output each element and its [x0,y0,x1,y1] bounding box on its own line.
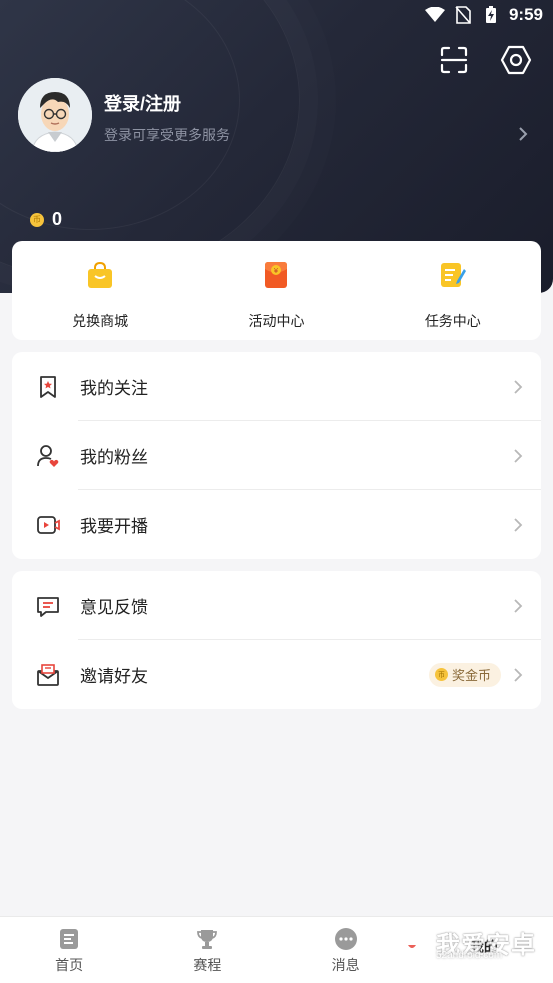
reward-coin-badge: 币 奖金币 [428,662,501,687]
trophy-icon [195,927,219,951]
coin-balance[interactable]: 币 0 [30,209,62,230]
menu-item-feedback[interactable]: 意见反馈 [12,571,541,640]
login-subtitle: 登录可享受更多服务 [104,127,230,143]
bookmark-star-icon [36,375,60,399]
menu-item-label: 我的粉丝 [80,448,148,467]
menu-item-label: 邀请好友 [80,667,148,686]
quick-action-label: 任务中心 [424,313,481,329]
quick-action-activity-center[interactable]: ¥ 活动中心 [188,241,364,340]
avatar[interactable] [18,78,92,152]
quick-action-exchange-mall[interactable]: 兑换商城 [12,241,188,340]
coin-icon: 币 [434,668,448,681]
watermark: 我爱安卓 52android.com [394,912,544,972]
android-robot-icon [394,915,430,970]
tab-label: 消息 [331,957,360,973]
chevron-right-icon [513,517,523,533]
scan-icon[interactable] [438,44,470,76]
task-note-icon [437,259,469,291]
chevron-right-icon[interactable] [516,124,530,144]
login-title[interactable]: 登录/注册 [104,90,181,116]
quick-action-label: 活动中心 [248,313,305,329]
chevron-right-icon [513,667,523,683]
feedback-chat-icon [36,594,60,618]
settings-hexagon-icon[interactable] [499,44,533,76]
coin-icon: 币 [30,212,44,227]
coin-count: 0 [52,209,63,229]
user-heart-icon [36,444,60,468]
shopping-bag-icon [84,259,116,291]
menu-item-my-follows[interactable]: 我的关注 [12,352,541,421]
quick-action-task-center[interactable]: 任务中心 [365,241,541,340]
menu-item-invite-friends[interactable]: 邀请好友 币 奖金币 [12,640,541,709]
red-envelope-icon: ¥ [260,259,292,291]
tab-label: 赛程 [193,957,222,973]
menu-item-label: 意见反馈 [80,598,148,617]
menu-card-primary: 我的关注 我的粉丝 我要开播 [12,352,541,559]
menu-item-label: 我要开播 [80,517,148,536]
quick-actions-card: 兑换商城 ¥ 活动中心 任务中心 [12,241,541,340]
envelope-icon [36,663,60,687]
status-bar: 9:59 [424,0,543,30]
status-time: 9:59 [508,5,543,24]
message-dots-icon [334,927,358,951]
tab-schedule[interactable]: 赛程 [138,917,276,983]
tab-label: 首页 [55,957,84,973]
wifi-icon [424,6,445,24]
menu-item-start-live[interactable]: 我要开播 [12,490,541,559]
quick-action-label: 兑换商城 [72,313,129,329]
menu-item-my-fans[interactable]: 我的粉丝 [12,421,541,490]
menu-item-label: 我的关注 [80,379,148,398]
svg-text:¥: ¥ [274,267,279,275]
chevron-right-icon [513,448,523,464]
tab-home[interactable]: 首页 [0,917,138,983]
no-sim-icon [453,6,473,24]
reward-badge-label: 奖金币 [451,668,491,683]
battery-charging-icon [481,6,501,24]
chevron-right-icon [513,379,523,395]
video-play-icon [36,513,60,537]
menu-card-secondary: 意见反馈 邀请好友 币 奖金币 [12,571,541,709]
chevron-right-icon [513,598,523,614]
home-doc-icon [57,927,81,951]
watermark-sub: 52android.com [436,950,503,961]
